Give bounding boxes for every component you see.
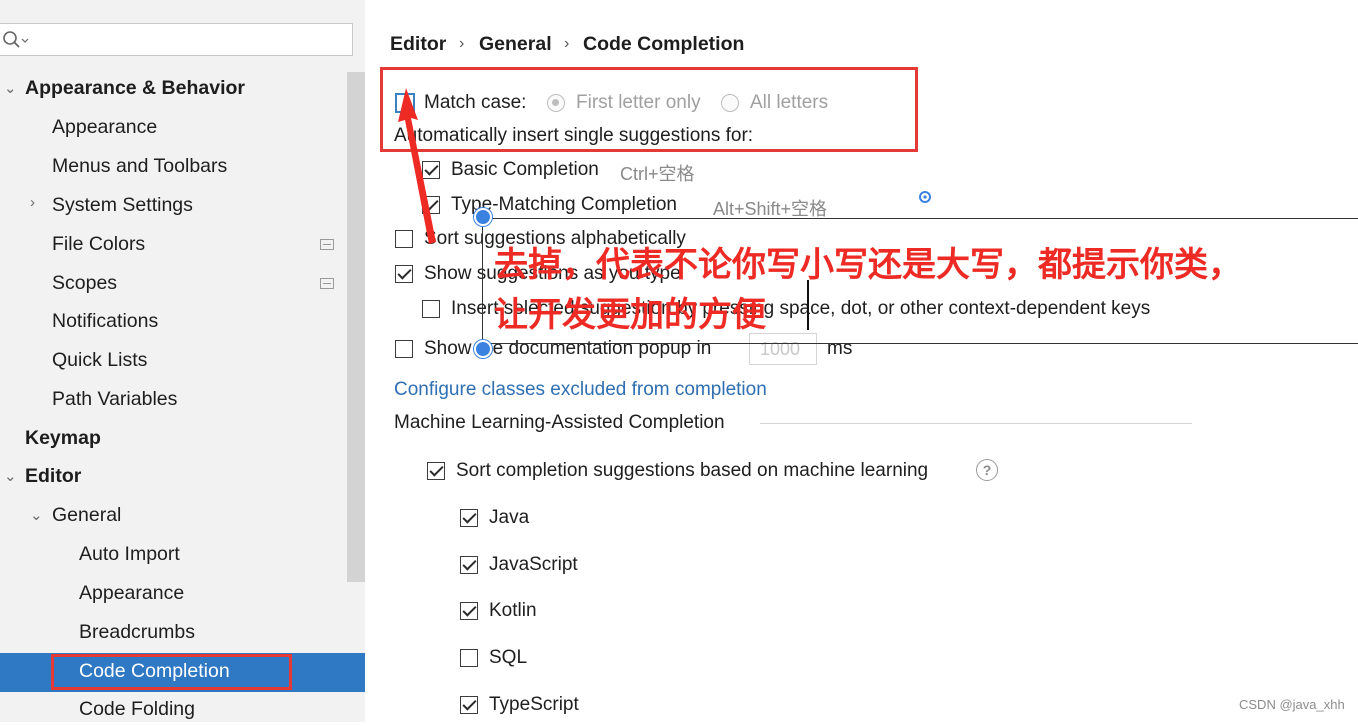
configure-excluded-link[interactable]: Configure classes excluded from completi… [394,379,767,401]
ml-sort-label: Sort completion suggestions based on mac… [456,460,929,481]
annotation-highlight-box [51,654,292,690]
show-doc-popup-checkbox[interactable] [395,340,413,358]
rotate-handle-icon[interactable] [918,190,932,204]
tree-item-code-folding[interactable]: Code Folding [79,692,195,726]
tree-item-path-variables[interactable]: Path Variables [52,382,177,416]
lang-sql-checkbox[interactable] [460,649,478,667]
watermark: CSDN @java_xhh [1239,697,1345,712]
annotation-line-1: 去掉，代表不论你写小写还是大写，都提示你类， [494,245,1242,285]
lang-typescript-checkbox[interactable] [460,696,478,714]
lang-java-label: Java [489,507,530,528]
help-icon[interactable]: ? [976,459,998,481]
text-cursor [807,280,809,330]
section-divider [760,423,1192,424]
tree-item-keymap[interactable]: Keymap [25,421,101,455]
tree-item-menus-toolbars[interactable]: Menus and Toolbars [52,149,227,183]
tree-item-system-settings[interactable]: System Settings [52,188,193,222]
breadcrumb-separator-icon: › [564,35,570,52]
lang-javascript-checkbox[interactable] [460,556,478,574]
tree-item-quick-lists[interactable]: Quick Lists [52,343,147,377]
resize-handle-icon[interactable] [474,340,492,358]
tree-item-general[interactable]: General [52,498,121,532]
lang-javascript-label: JavaScript [489,554,578,575]
resize-handle-icon[interactable] [474,208,492,226]
annotation-arrow [398,88,436,244]
lang-java-checkbox[interactable] [460,509,478,527]
tree-item-file-colors[interactable]: File Colors [52,227,145,261]
tree-item-notifications[interactable]: Notifications [52,304,158,338]
chevron-down-icon[interactable]: ⌄ [4,467,17,485]
lang-kotlin-checkbox[interactable] [460,602,478,620]
basic-completion-label: Basic Completion [451,159,599,180]
annotation-text: 去掉，代表不论你写小写还是大写，都提示你类， 让开发更加的方便 [494,240,1242,340]
tree-item-breadcrumbs[interactable]: Breadcrumbs [79,615,195,649]
show-as-you-type-checkbox[interactable] [395,265,413,283]
tree-item-appearance-behavior[interactable]: Appearance & Behavior [25,71,245,105]
lang-typescript-label: TypeScript [489,694,579,715]
lang-sql-label: SQL [489,647,528,668]
chevron-right-icon[interactable]: › [30,194,35,211]
breadcrumb-editor: Editor [390,33,447,55]
page-title: Code Completion [583,33,745,55]
ml-section-heading: Machine Learning-Assisted Completion [394,412,725,433]
lang-kotlin-label: Kotlin [489,600,537,621]
project-settings-icon [320,278,334,289]
insert-selected-checkbox[interactable] [422,300,440,318]
tree-item-auto-import[interactable]: Auto Import [79,537,180,571]
project-settings-icon [320,239,334,250]
settings-search-input[interactable] [0,23,353,56]
tree-item-editor[interactable]: Editor [25,459,81,493]
breadcrumb-general: General [479,33,552,55]
chevron-down-icon[interactable]: ⌄ [4,79,17,97]
tree-item-scopes[interactable]: Scopes [52,266,117,300]
settings-tree-panel: ⌄ Appearance & Behavior Appearance Menus… [0,0,365,722]
tree-scrollbar[interactable] [347,72,365,582]
annotation-highlight-box [380,67,918,152]
ml-sort-checkbox[interactable] [427,462,445,480]
tree-item-appearance[interactable]: Appearance [52,110,157,144]
chevron-down-icon[interactable]: ⌄ [30,506,43,524]
tree-item-general-appearance[interactable]: Appearance [79,576,184,610]
search-icon [3,31,29,48]
annotation-line-2: 让开发更加的方便 [494,295,766,335]
breadcrumb-separator-icon: › [459,35,465,52]
basic-completion-shortcut: Ctrl+空格 [620,164,695,184]
